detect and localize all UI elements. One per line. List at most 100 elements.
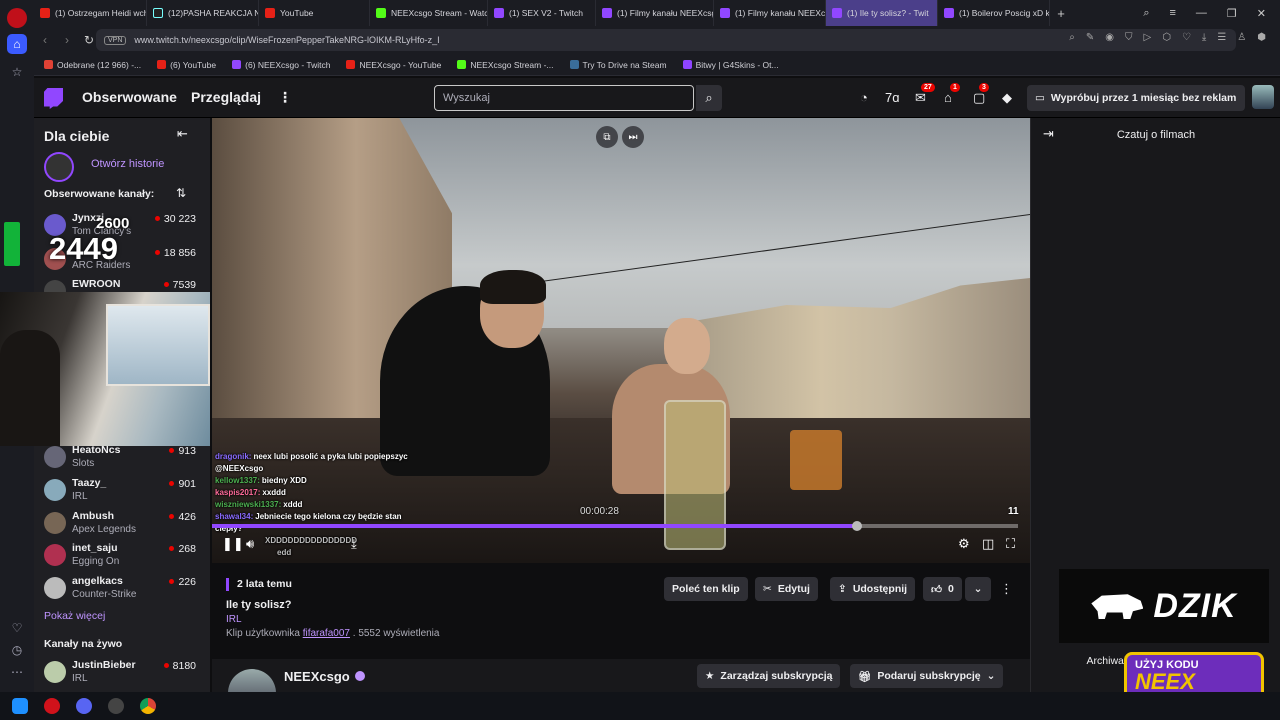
channel-item-5[interactable]: Ambush Apex Legends 426	[44, 510, 204, 544]
tab-6[interactable]: (1) Filmy kanału NEEXcsg	[714, 0, 826, 26]
bookmark-twitch[interactable]: (6) NEEXcsgo - Twitch	[232, 60, 330, 70]
bookmark-steam[interactable]: Try To Drive na Steam	[569, 60, 667, 70]
gift-subscription-button[interactable]: 🎁︎ Podaruj subskrypcję ⌄	[850, 664, 1004, 688]
like-button[interactable]: 👍︎ 0	[923, 577, 962, 601]
bookmark-g4skins[interactable]: Bitwy | G4Skins - Ot...	[682, 60, 779, 70]
more-icon[interactable]: ⋯	[7, 662, 27, 682]
search-input[interactable]: Wyszukaj	[434, 85, 694, 111]
vpn-badge[interactable]: VPN	[104, 35, 127, 45]
more-menu-icon[interactable]: ⋮	[278, 89, 292, 106]
inbox-icon[interactable]: ✉ 27	[915, 83, 935, 106]
recommend-clip-button[interactable]: Poleć ten klip	[664, 577, 748, 601]
try-ad-free-button[interactable]: ▭ Wypróbuj przez 1 miesiąc bez reklam	[1027, 85, 1245, 111]
tab-5[interactable]: (1) Filmy kanału NEEXcsg	[596, 0, 714, 26]
show-more-link[interactable]: Pokaż więcej	[44, 610, 105, 622]
history-icon[interactable]: ◷	[7, 640, 27, 660]
tab-3[interactable]: NEEXcsgo Stream - Watch	[370, 0, 488, 26]
profile-icon[interactable]: ♙	[1237, 32, 1246, 43]
twitch-logo-icon[interactable]	[44, 88, 63, 109]
bookmark-neex-youtube[interactable]: NEEXcsgo - YouTube	[346, 60, 441, 70]
chevron-down-icon[interactable]: ⌄	[965, 577, 991, 601]
video-player[interactable]: ⧉ ⏭ dragonik: neex lubi posolić a pyka lu…	[212, 118, 1030, 563]
close-icon[interactable]: ✕	[1257, 7, 1266, 20]
list-icon[interactable]: ☰	[1217, 32, 1226, 43]
heart-icon[interactable]: ♡	[1182, 32, 1191, 43]
search-icon[interactable]: ⌕	[696, 85, 722, 111]
nav-browse[interactable]: Przeglądaj	[191, 89, 261, 105]
search-tabs-icon[interactable]: ⌕	[1143, 7, 1149, 20]
speaker-icon	[832, 8, 842, 18]
chevron-down-icon: ⌄	[986, 670, 996, 682]
heart-icon[interactable]: ♡	[7, 618, 27, 638]
tab-0[interactable]: (1) Ostrzegam Heidi wcho	[34, 0, 147, 26]
whispers-icon[interactable]: ▢ 3	[973, 83, 989, 106]
channel-item-4[interactable]: Taazy_ IRL 901	[44, 477, 204, 511]
bookmark-kick[interactable]: NEEXcsgo Stream -...	[457, 60, 554, 70]
tab-8[interactable]: (1) Boilerov Poscig xD kar	[938, 0, 1050, 26]
live-channel-item-0[interactable]: JustinBieber IRL 8180	[44, 659, 204, 693]
crown-icon[interactable]: ◆	[1002, 90, 1012, 106]
opera-icon[interactable]	[44, 698, 60, 714]
shield-icon[interactable]: ⛉	[1125, 32, 1133, 43]
more-options-icon[interactable]: ⋮	[1000, 581, 1013, 597]
channel-name[interactable]: NEEXcsgo	[284, 669, 365, 684]
camera-icon[interactable]: ◉	[1105, 32, 1114, 43]
stories-avatar[interactable]	[44, 152, 74, 182]
maximize-icon[interactable]: ❐	[1227, 7, 1237, 20]
channel-item-3[interactable]: HeatoNcs Slots 913	[44, 444, 204, 478]
open-stories-link[interactable]: Otwórz historie	[91, 158, 164, 170]
settings-icon[interactable]: ⚙	[958, 536, 970, 552]
notifications-icon[interactable]: ⌂ 1	[944, 83, 960, 105]
nav-following[interactable]: Obserwowane	[82, 89, 177, 105]
download-icon[interactable]: ⤓	[1202, 32, 1206, 43]
play-icon[interactable]: ▷	[1144, 32, 1152, 43]
tab-1[interactable]: (12)PASHA REAKCJA NA K	[147, 0, 259, 26]
clip-author-link[interactable]: fifarafa007	[303, 628, 350, 639]
activity-icon[interactable]: ◔	[860, 90, 868, 105]
user-avatar[interactable]	[1252, 85, 1274, 109]
url-field[interactable]: VPN www.twitch.tv/neexcsgo/clip/WiseFroz…	[96, 29, 1236, 51]
clip-category-link[interactable]: IRL	[226, 614, 242, 625]
tab-2[interactable]: YouTube	[259, 0, 370, 26]
minimize-icon[interactable]: —	[1196, 7, 1207, 19]
tab-7-active[interactable]: (1) Ile ty solisz? - Twit	[826, 0, 938, 26]
volume-icon[interactable]: 🔊︎	[246, 536, 254, 552]
new-tab-button[interactable]: +	[1050, 6, 1072, 21]
edit-icon[interactable]: ✎	[1086, 32, 1094, 43]
extensions-icon[interactable]: ⬢	[1257, 32, 1266, 43]
discord-icon[interactable]	[76, 698, 92, 714]
cube-icon[interactable]: ⬡	[1162, 32, 1171, 43]
theatre-mode-icon[interactable]: ◫	[982, 536, 994, 552]
fullscreen-icon[interactable]: ⛶	[1006, 536, 1015, 552]
webcam-overlay	[0, 292, 210, 446]
zoom-icon[interactable]: ⌕	[1069, 32, 1075, 43]
gmail-icon	[44, 60, 53, 69]
channel-item-6[interactable]: inet_saju Egging On 268	[44, 542, 204, 576]
channel-item-7[interactable]: angelkacs Counter-Strike 226	[44, 575, 204, 609]
edit-button[interactable]: ✂ Edytuj	[755, 577, 818, 601]
skip-icon[interactable]: ⏭	[622, 126, 644, 148]
bookmark-gmail[interactable]: Odebrane (12 966) -...	[44, 60, 141, 70]
download-icon[interactable]: ⤓	[351, 536, 357, 552]
translate-icon[interactable]: 7ɑ	[885, 90, 899, 105]
pause-icon[interactable]: ❚❚	[222, 536, 244, 552]
home-icon[interactable]: ⌂	[7, 34, 27, 54]
avatar	[44, 661, 66, 683]
menu-icon[interactable]: ≡	[1169, 7, 1175, 19]
chrome-icon[interactable]	[140, 698, 156, 714]
manage-subscription-button[interactable]: ★ Zarządzaj subskrypcją	[697, 664, 841, 688]
progress-bar[interactable]	[212, 521, 1018, 531]
star-icon[interactable]: ☆	[7, 62, 27, 82]
url-text[interactable]: www.twitch.tv/neexcsgo/clip/WiseFrozenPe…	[134, 35, 439, 45]
windows-start-icon[interactable]	[12, 698, 28, 714]
opera-logo-icon[interactable]	[7, 8, 27, 28]
sort-icon[interactable]: ⇅	[176, 186, 186, 200]
clip-icon[interactable]: ⧉	[596, 126, 618, 148]
back-icon[interactable]: ‹	[34, 33, 56, 47]
share-button[interactable]: ⇪ Udostępnij	[830, 577, 916, 601]
tab-4[interactable]: (1) SEX V2 - Twitch	[488, 0, 596, 26]
bookmark-youtube[interactable]: (6) YouTube	[157, 60, 216, 70]
collapse-sidebar-icon[interactable]: ⇤	[177, 126, 188, 142]
settings-app-icon[interactable]	[108, 698, 124, 714]
forward-icon[interactable]: ›	[56, 33, 78, 47]
